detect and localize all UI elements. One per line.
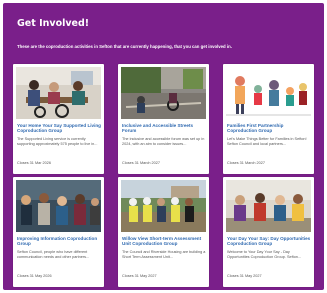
card-closing-date: Closes 31 May 2027 (122, 274, 157, 278)
activity-card-your-day-your-say[interactable]: Your Day Your Say: Day Opportunities Cop… (223, 177, 314, 287)
card-title[interactable]: Your Home Your Say Supported Living Copr… (17, 123, 101, 134)
card-title[interactable]: Improving Information Coproduction Group (17, 236, 101, 247)
card-title[interactable]: Inclusive and Accessible Streets Forum (122, 123, 206, 134)
activity-card-families-first[interactable]: Families First Partnership Coproduction … (223, 64, 314, 174)
section-title: Get Involved! (17, 18, 90, 29)
card-closing-date: Closes 31 May 2026 (17, 274, 52, 278)
get-involved-section: Get Involved! These are the coproduction… (3, 3, 324, 290)
card-description: Sefton Council, people who have differen… (17, 250, 90, 259)
section-subtitle: These are the coproduction activities in… (17, 44, 232, 49)
card-title[interactable]: Willow View Short-term Assessment Unit C… (122, 236, 206, 247)
card-closing-date: Closes 31 Mar 2026 (17, 161, 51, 165)
activity-card-accessible-streets[interactable]: Inclusive and Accessible Streets Forum T… (118, 64, 209, 174)
card-image-street (121, 67, 206, 119)
card-title[interactable]: Your Day Your Say: Day Opportunities Cop… (227, 236, 311, 247)
activity-card-supported-living[interactable]: Your Home Your Say Supported Living Copr… (13, 64, 104, 174)
card-image-outdoor-group (226, 180, 311, 232)
card-description: Welcome to Your Day Your Say - Day Oppor… (227, 250, 302, 259)
card-description: The Supported Living service is currentl… (17, 137, 98, 146)
card-image-group-meeting (16, 180, 101, 232)
card-image-people-at-table (16, 67, 101, 119)
card-closing-date: Closes 31 March 2027 (227, 161, 265, 165)
card-title[interactable]: Families First Partnership Coproduction … (227, 123, 311, 134)
activity-card-improving-information[interactable]: Improving Information Coproduction Group… (13, 177, 104, 287)
card-closing-date: Closes 31 May 2027 (227, 274, 262, 278)
card-closing-date: Closes 31 March 2027 (122, 161, 160, 165)
card-image-construction-site (121, 180, 206, 232)
card-description: Let's Make Things Better for Families in… (227, 137, 307, 146)
activity-card-willow-view[interactable]: Willow View Short-term Assessment Unit C… (118, 177, 209, 287)
card-description: The Council and Riverside Housing are bu… (122, 250, 206, 259)
card-image-family-illustration (226, 67, 311, 119)
card-description: The inclusive and accessible forum was s… (122, 137, 205, 146)
